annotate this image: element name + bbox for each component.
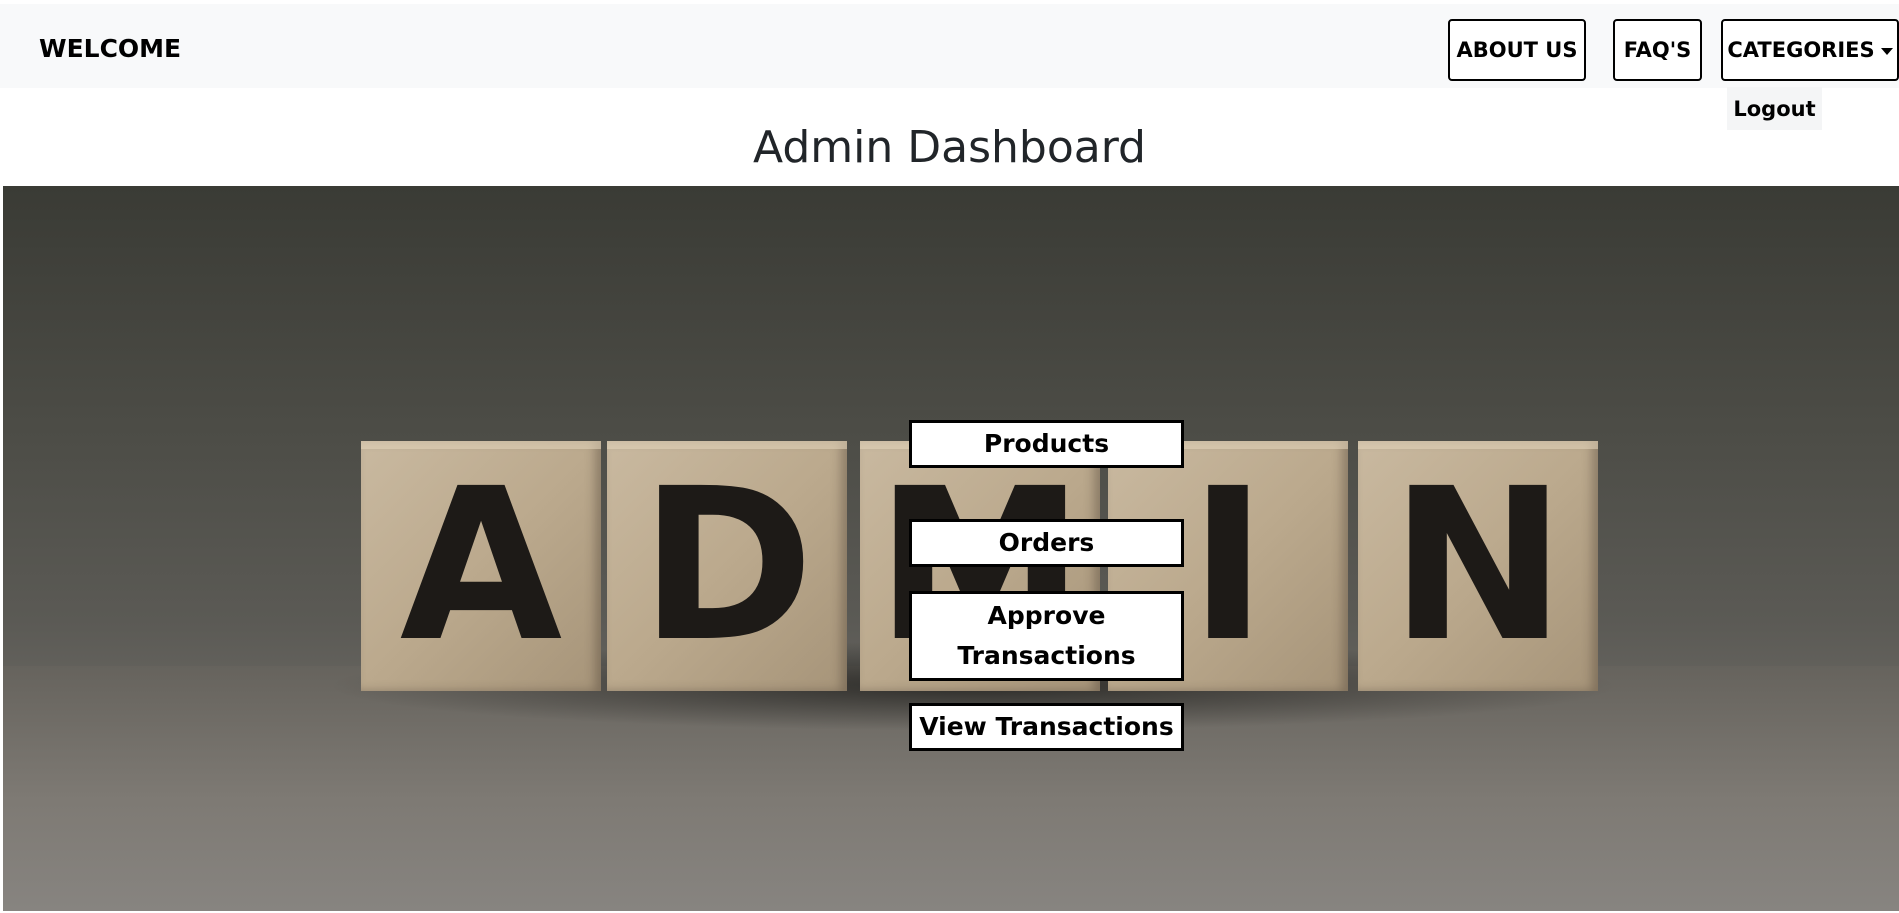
categories-dropdown-button[interactable]: CATEGORIES	[1721, 19, 1899, 81]
top-navbar: WELCOME ABOUT US FAQ'S CATEGORIES	[0, 4, 1899, 88]
approve-transactions-button[interactable]: Approve Transactions	[909, 591, 1184, 681]
cube-letter-n: N	[1358, 441, 1598, 691]
about-us-button[interactable]: ABOUT US	[1448, 19, 1586, 81]
cube-letter-a: A	[361, 441, 601, 691]
orders-button[interactable]: Orders	[909, 519, 1184, 567]
brand-welcome[interactable]: WELCOME	[39, 34, 181, 63]
view-transactions-button[interactable]: View Transactions	[909, 703, 1184, 751]
products-button[interactable]: Products	[909, 420, 1184, 468]
cube-letter-d: D	[607, 441, 847, 691]
caret-down-icon	[1880, 47, 1893, 55]
categories-label: CATEGORIES	[1727, 38, 1875, 62]
faq-button[interactable]: FAQ'S	[1613, 19, 1702, 81]
page-title: Admin Dashboard	[753, 122, 1146, 173]
